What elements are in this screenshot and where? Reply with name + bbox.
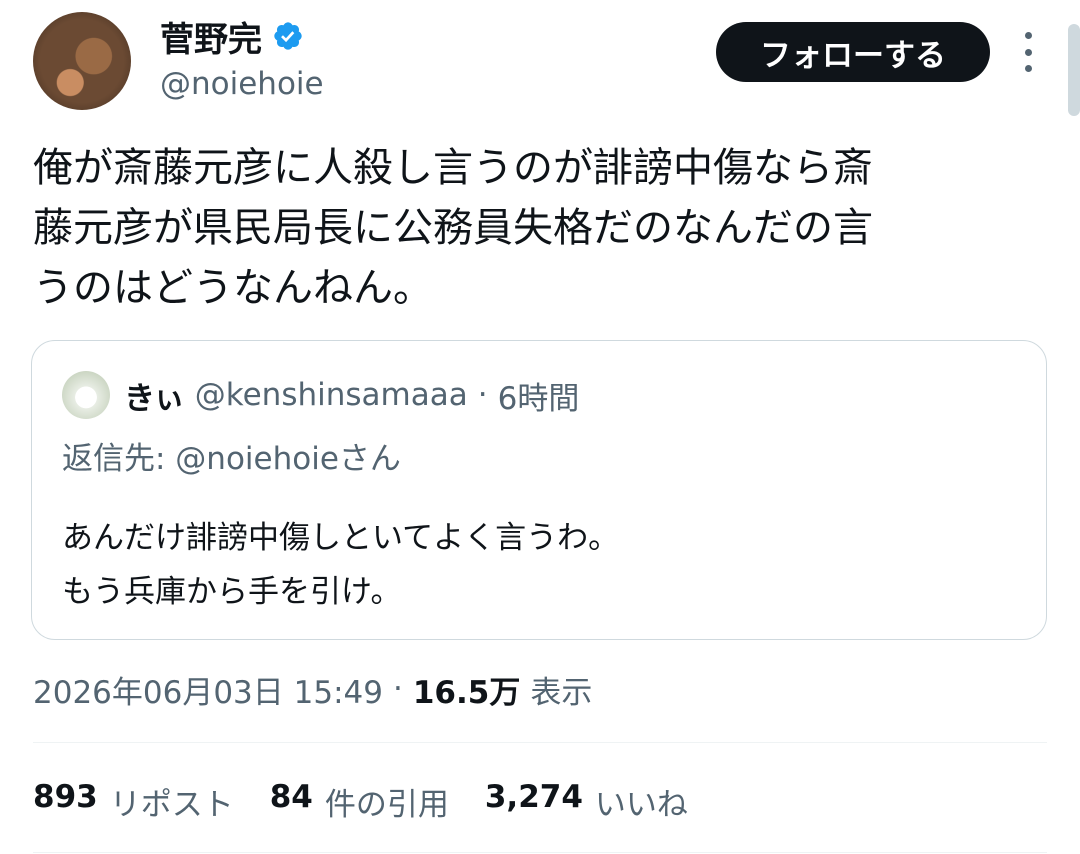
like-label: いいね bbox=[594, 786, 688, 823]
author-name-row: 菅野完 bbox=[160, 12, 304, 61]
author-avatar[interactable] bbox=[33, 12, 131, 110]
quote-timestamp[interactable]: 6時間 bbox=[498, 373, 580, 418]
dot bbox=[1024, 32, 1032, 39]
author-handle[interactable]: @noiehoie bbox=[160, 66, 324, 102]
like-count: 3,274 bbox=[484, 778, 583, 815]
quote-label: 件の引用 bbox=[324, 786, 449, 823]
engagement-stats: 893 リポスト 84 件の引用 3,274 いいね bbox=[33, 776, 724, 826]
divider bbox=[33, 852, 1047, 853]
repost-label: リポスト bbox=[109, 786, 234, 823]
quote-text: あんだけ誹謗中傷しといてよく言うわ。 もう兵庫から手を引け。 bbox=[62, 520, 620, 610]
more-options-icon[interactable] bbox=[1016, 32, 1040, 72]
tweet-datetime[interactable]: 2026年06月03日 15:49 bbox=[33, 667, 383, 712]
divider bbox=[33, 742, 1047, 743]
like-count-link[interactable]: 3,274 いいね bbox=[485, 779, 688, 824]
view-count: 16.5万 bbox=[412, 674, 521, 711]
repost-count-link[interactable]: 893 リポスト bbox=[33, 779, 234, 824]
author-name[interactable]: 菅野完 bbox=[160, 12, 262, 61]
tweet-text: 俺が斎藤元彦に人殺し言うのが誹謗中傷なら斎 藤元彦が県民局長に公務員失格だのなん… bbox=[33, 145, 873, 311]
separator-dot: · bbox=[392, 671, 403, 707]
quote-count-link[interactable]: 84 件の引用 bbox=[270, 779, 449, 824]
scrollbar[interactable] bbox=[1068, 24, 1080, 116]
repost-count: 893 bbox=[33, 778, 98, 815]
reply-to-label: 返信先: @noiehoieさん bbox=[62, 441, 401, 477]
quote-author-handle[interactable]: @kenshinsamaaa bbox=[195, 377, 468, 413]
dot bbox=[1024, 48, 1032, 56]
quoted-tweet[interactable]: きぃ @kenshinsamaaa · 6時間 返信先: @noiehoieさん… bbox=[31, 340, 1047, 640]
quote-avatar[interactable] bbox=[62, 371, 110, 419]
dot bbox=[1024, 65, 1032, 72]
separator-dot: · bbox=[477, 377, 488, 413]
view-count-label: 表示 bbox=[530, 674, 593, 711]
quote-author-name[interactable]: きぃ bbox=[124, 373, 185, 418]
verified-badge-icon bbox=[274, 22, 302, 50]
tweet-meta: 2026年06月03日 15:49 · 16.5万 表示 bbox=[33, 664, 592, 714]
follow-button[interactable]: フォローする bbox=[716, 22, 990, 82]
quote-count: 84 bbox=[269, 778, 313, 815]
quote-header: きぃ @kenshinsamaaa · 6時間 bbox=[124, 371, 579, 419]
